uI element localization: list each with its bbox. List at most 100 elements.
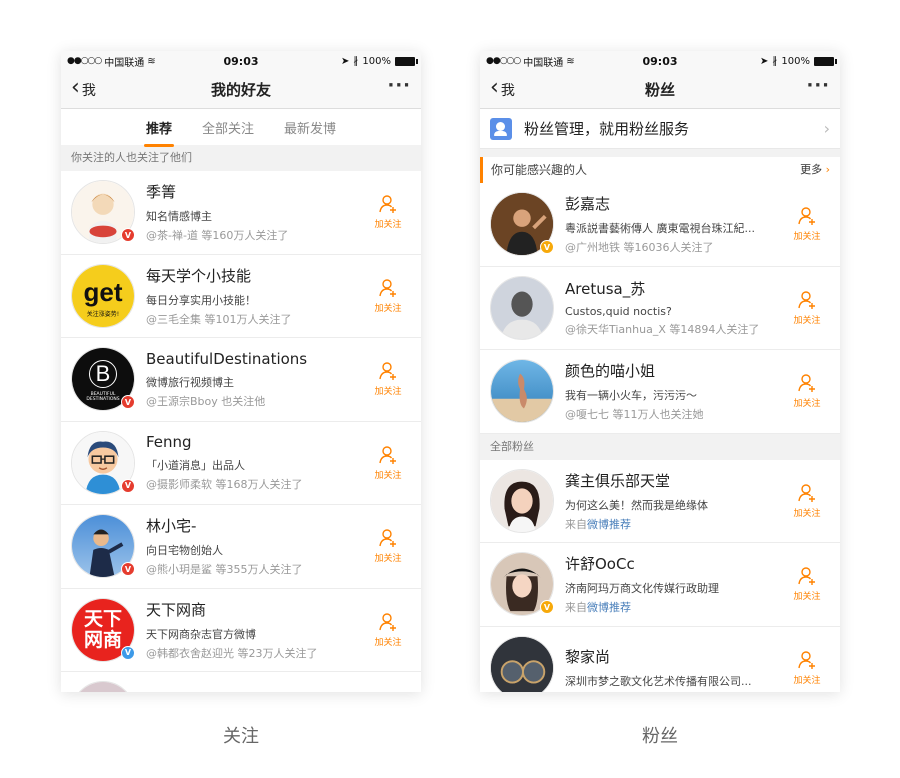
user-description: 知名情感博主 <box>146 210 212 224</box>
follow-button[interactable]: 加关注 <box>365 612 411 648</box>
back-chevron-icon: ‹ <box>71 75 80 100</box>
user-meta: @熊小玥是鲨 等355万人关注了 <box>146 563 303 577</box>
user-name[interactable]: 林小宅- <box>146 515 359 536</box>
follow-label: 加关注 <box>374 554 402 565</box>
user-meta: @嗄七七 等11万人也关注她 <box>565 408 704 422</box>
user-name[interactable]: 每天学个小技能 <box>146 265 359 286</box>
verified-badge-icon: V <box>121 478 135 493</box>
add-person-icon <box>379 362 396 381</box>
avatar[interactable]: V <box>71 430 135 495</box>
more-link[interactable]: 更多 › <box>800 157 830 183</box>
user-meta: 来自微博推荐 <box>565 516 778 532</box>
follow-label: 加关注 <box>374 637 402 648</box>
user-row[interactable]: get 关注涨姿势! 每天学个小技能 每日分享实用小技能！ @三毛全集 等101… <box>61 254 421 338</box>
follow-button[interactable]: 加关注 <box>784 206 830 242</box>
user-row[interactable] <box>61 672 421 692</box>
user-name[interactable]: 黎家尚 <box>565 646 778 667</box>
avatar[interactable]: V <box>490 552 554 617</box>
user-name[interactable]: 许舒OoCc <box>565 553 778 574</box>
back-button[interactable]: ‹ 我 <box>71 75 96 100</box>
user-row[interactable]: B BEAUTIFUL DESTINATIONS V BeautifulDest… <box>61 338 421 422</box>
user-row[interactable]: V 许舒OoCc 济南阿玛万商文化传媒行政助理 来自微博推荐 加关注 <box>480 543 840 627</box>
avatar[interactable]: get 关注涨姿势! <box>71 263 135 328</box>
tab-bar: 推荐 全部关注 最新发博 <box>61 109 421 147</box>
user-row[interactable]: V 彭嘉志 粵派説書藝術傳人 廣東電視台珠江紀... @广州地铁 等16036人… <box>480 183 840 267</box>
section-header-all-fans: 全部粉丝 <box>480 433 840 460</box>
follow-button[interactable]: 加关注 <box>365 278 411 314</box>
user-row[interactable]: 龚主俱乐部天堂 为何这么美！然而我是绝缘体 来自微博推荐 加关注 <box>480 459 840 543</box>
user-name[interactable]: 颜色的喵小姐 <box>565 360 778 381</box>
avatar[interactable]: V <box>71 514 135 579</box>
user-name[interactable]: 季箐 <box>146 181 359 202</box>
back-button[interactable]: ‹ 我 <box>490 77 515 100</box>
follow-label: 加关注 <box>793 315 821 326</box>
user-row[interactable]: 颜色的喵小姐 我有一辆小火车，污污污～ @嗄七七 等11万人也关注她 加关注 <box>480 350 840 434</box>
tab-all-following[interactable]: 全部关注 <box>200 118 256 137</box>
battery-icon <box>395 56 418 66</box>
avatar[interactable] <box>490 635 554 692</box>
user-description: 「小道消息」出品人 <box>146 459 245 473</box>
user-row[interactable]: 天下网商 V 天下网商 天下网商杂志官方微博 @韩都衣舍赵迎光 等23万人关注了… <box>61 588 421 672</box>
following-screen: ●●○○○ 中国联通 ≋ 09:03 ➤ ∦ 100% ‹ 我 我的好友 ··· 推荐 全… <box>61 51 421 692</box>
user-name[interactable]: BeautifulDestinations <box>146 350 359 368</box>
user-name[interactable]: Fenng <box>146 433 359 451</box>
follow-button[interactable]: 加关注 <box>365 361 411 397</box>
follow-label: 加关注 <box>793 675 821 686</box>
follow-label: 加关注 <box>793 508 821 519</box>
avatar[interactable] <box>490 275 554 340</box>
avatar[interactable]: 天下网商 V <box>71 597 135 662</box>
add-person-icon <box>798 207 815 226</box>
follow-button[interactable]: 加关注 <box>784 373 830 409</box>
avatar[interactable] <box>71 681 135 692</box>
status-bar: ●●○○○ 中国联通 ≋ 09:03 ➤ ∦ 100% <box>480 51 840 71</box>
follow-button[interactable]: 加关注 <box>365 445 411 481</box>
add-person-icon <box>379 195 396 214</box>
add-person-icon <box>798 484 815 502</box>
user-row[interactable]: Aretusa_苏 Custos,quid noctis? @徐天华Tianhu… <box>480 266 840 350</box>
user-description: 每日分享实用小技能！ <box>146 293 256 307</box>
back-label: 我 <box>500 82 515 99</box>
back-label: 我 <box>81 82 96 99</box>
avatar[interactable]: V <box>71 180 135 245</box>
location-icon: ➤ <box>760 55 769 67</box>
avatar-logo-subtext: 关注涨姿势! <box>86 311 120 319</box>
follow-button[interactable]: 加关注 <box>784 566 830 602</box>
add-person-icon <box>379 279 396 297</box>
tab-recommend[interactable]: 推荐 <box>143 118 174 147</box>
user-row[interactable]: V 季箐 知名情感博主 @茶-禅-道 等160万人关注了 加关注 <box>61 171 421 255</box>
user-name[interactable]: 天下网商 <box>146 599 359 620</box>
more-menu-icon[interactable]: ··· <box>806 75 830 96</box>
battery-percent: 100% <box>781 55 810 67</box>
user-row[interactable]: 黎家尚 深圳市梦之歌文化艺术传播有限公司... 加关注 <box>480 626 840 692</box>
user-name[interactable]: Aretusa_苏 <box>565 278 778 299</box>
status-bar: ●●○○○ 中国联通 ≋ 09:03 ➤ ∦ 100% <box>61 51 421 71</box>
carrier: 中国联通 <box>104 57 145 69</box>
follow-button[interactable]: 加关注 <box>365 528 411 564</box>
avatar[interactable] <box>490 468 554 533</box>
user-meta: @韩都衣舍赵迎光 等23万人关注了 <box>146 646 318 660</box>
follow-button[interactable]: 加关注 <box>784 483 830 519</box>
verified-badge-icon: V <box>540 240 554 255</box>
more-menu-icon[interactable]: ··· <box>387 75 411 96</box>
avatar[interactable]: B BEAUTIFUL DESTINATIONS V <box>71 347 135 412</box>
user-name[interactable]: 龚主俱乐部天堂 <box>565 470 778 491</box>
wifi-icon: ≋ <box>566 55 575 67</box>
user-row[interactable]: V Fenng 「小道消息」出品人 @摄影师柔软 等168万人关注了 加关注 <box>61 421 421 505</box>
source-link[interactable]: 微博推荐 <box>587 518 631 531</box>
fan-service-entry[interactable]: 粉丝管理，就用粉丝服务 › <box>480 109 840 149</box>
follow-label: 加关注 <box>793 232 821 243</box>
avatar[interactable] <box>490 359 554 424</box>
follow-button[interactable]: 加关注 <box>784 290 830 326</box>
follow-button[interactable]: 加关注 <box>365 194 411 230</box>
user-description: 天下网商杂志官方微博 <box>146 627 256 641</box>
avatar[interactable]: V <box>490 192 554 257</box>
tab-latest-posts[interactable]: 最新发博 <box>282 118 338 137</box>
follow-button[interactable]: 加关注 <box>784 650 830 686</box>
user-name[interactable]: 彭嘉志 <box>565 193 778 214</box>
avatar-logo-subtext: BEAUTIFUL DESTINATIONS <box>86 391 120 403</box>
user-row[interactable]: V 林小宅- 向日宅物创始人 @熊小玥是鲨 等355万人关注了 加关注 <box>61 505 421 589</box>
user-description: 微博旅行视频博主 <box>146 375 234 389</box>
user-description: Custos,quid noctis? <box>565 305 672 319</box>
caption-fans: 粉丝 <box>642 726 678 747</box>
source-link[interactable]: 微博推荐 <box>587 601 631 614</box>
